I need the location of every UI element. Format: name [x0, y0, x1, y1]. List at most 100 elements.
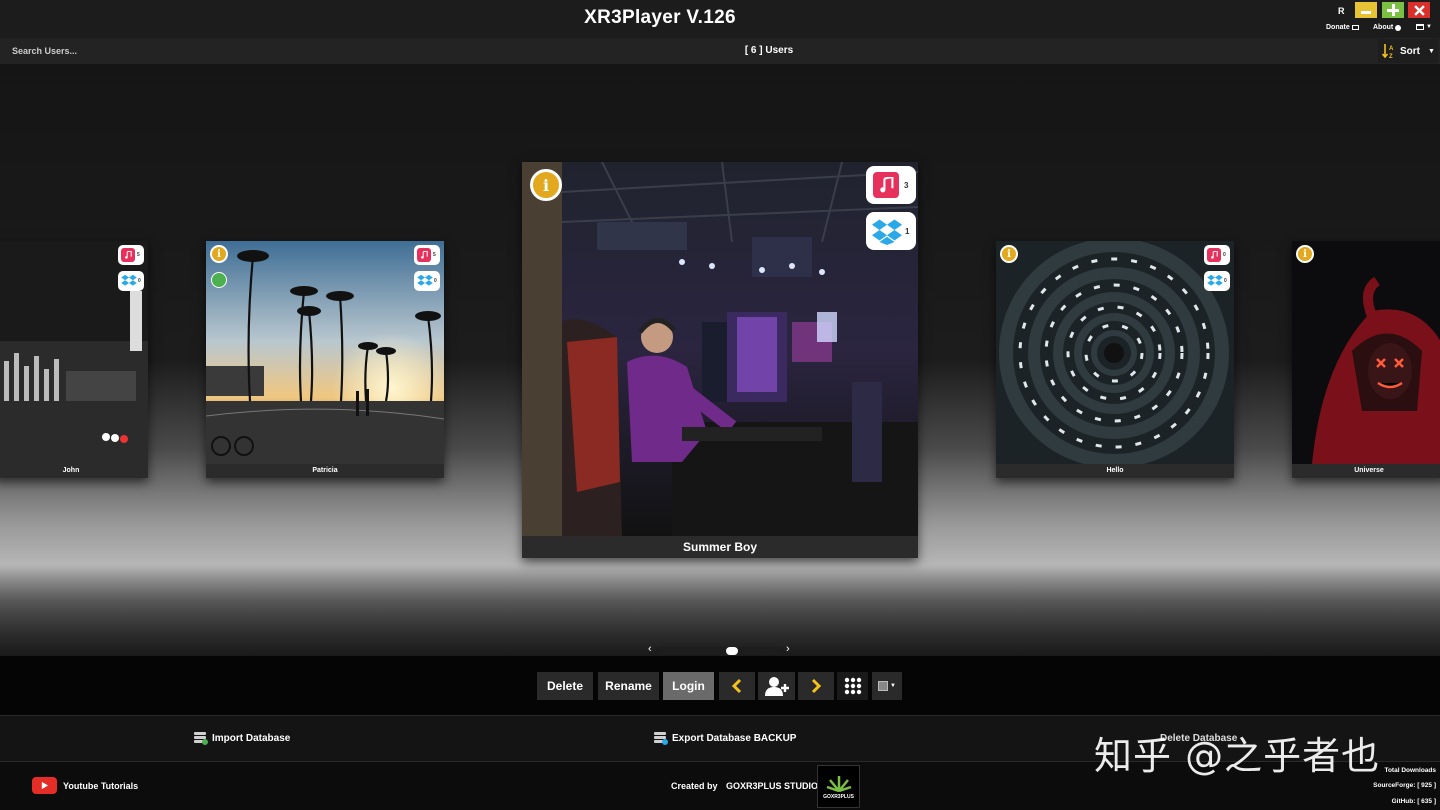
title-bar: XR3Player V.126 R Donate About ▼	[0, 0, 1440, 38]
user-card-hello[interactable]: Hello i 0 0	[996, 241, 1234, 478]
dropbox-badge[interactable]: 0	[414, 271, 440, 291]
maximize-button[interactable]	[1382, 2, 1404, 18]
user-name: Summer Boy	[522, 536, 918, 558]
carousel-scrollbar[interactable]	[656, 647, 784, 655]
user-card-john[interactable]: John 5 0	[0, 241, 148, 478]
chevron-right-icon	[811, 678, 822, 694]
next-button[interactable]	[798, 672, 834, 700]
rename-button[interactable]: Rename	[598, 672, 659, 700]
delete-button[interactable]: Delete	[537, 672, 593, 700]
scrollbar-thumb[interactable]	[726, 647, 738, 655]
chevron-down-icon: ▼	[1426, 24, 1432, 30]
dropbox-count: 1	[905, 226, 910, 236]
playlist-badge[interactable]: 5	[118, 245, 144, 265]
music-playlist-icon	[1207, 248, 1221, 262]
database-import-icon	[194, 731, 208, 745]
users-count: [ 6 ] Users	[744, 45, 794, 56]
created-by-label: Created by	[671, 781, 718, 791]
playlist-badge[interactable]: 3	[866, 166, 916, 204]
info-icon[interactable]: i	[530, 169, 562, 201]
svg-text:A: A	[1389, 46, 1394, 52]
chevron-left-icon	[731, 678, 742, 694]
user-image	[206, 241, 444, 464]
previous-button[interactable]	[719, 672, 755, 700]
user-name: Patricia	[206, 464, 444, 478]
view-mode-icon	[878, 681, 889, 691]
playlist-count: 3	[904, 180, 909, 190]
view-mode-dropdown[interactable]: ▼	[872, 672, 902, 700]
window-icon	[1416, 24, 1424, 30]
scroll-left-icon[interactable]: ‹	[648, 643, 652, 655]
dropbox-count: 0	[1224, 278, 1227, 284]
window-menu-button[interactable]: ▼	[1416, 24, 1432, 30]
youtube-tutorials-link[interactable]: Youtube Tutorials	[32, 777, 138, 794]
minimize-button[interactable]	[1355, 2, 1377, 18]
user-name: Universe	[1292, 464, 1440, 478]
chevron-down-icon: ▼	[890, 683, 896, 689]
leaf-logo-icon	[826, 775, 851, 792]
youtube-icon	[32, 777, 57, 794]
minimize-icon	[1361, 11, 1371, 14]
dropbox-badge[interactable]: 1	[866, 212, 916, 250]
floor-reflection	[0, 564, 1440, 656]
chevron-down-icon: ▼	[1428, 47, 1435, 55]
sourceforge-downloads[interactable]: SourceForge: [ 925 ]	[1360, 782, 1436, 789]
dropbox-icon	[417, 274, 433, 288]
import-database-label: Import Database	[212, 732, 291, 744]
about-link[interactable]: About	[1373, 24, 1402, 31]
playlist-badge[interactable]: 0	[1204, 245, 1230, 265]
login-button[interactable]: Login	[663, 672, 714, 700]
dropbox-count: 0	[138, 278, 141, 284]
app-title: XR3Player V.126	[584, 7, 736, 28]
playlist-badge[interactable]: 5	[414, 245, 440, 265]
info-icon	[1395, 24, 1402, 31]
close-button[interactable]	[1408, 2, 1430, 18]
dropbox-badge[interactable]: 0	[118, 271, 144, 291]
playlist-count: 5	[433, 252, 436, 258]
plus-icon	[1387, 4, 1399, 16]
dropbox-icon	[1207, 274, 1223, 288]
chat-icon[interactable]	[211, 272, 227, 288]
sort-button[interactable]: A Z Sort ▼	[1378, 39, 1438, 63]
export-database-button[interactable]: Export Database BACKUP	[654, 731, 796, 745]
user-card-universe[interactable]: Universe i	[1292, 241, 1440, 478]
dropbox-badge[interactable]: 0	[1204, 271, 1230, 291]
info-icon[interactable]: i	[210, 245, 228, 263]
studio-logo[interactable]: GOXR3PLUS	[817, 765, 860, 808]
youtube-label: Youtube Tutorials	[63, 780, 139, 791]
info-icon[interactable]: i	[1000, 245, 1018, 263]
info-icon[interactable]: i	[1296, 245, 1314, 263]
user-image	[996, 241, 1234, 464]
add-user-button[interactable]	[758, 672, 795, 700]
sort-icon: A Z	[1382, 44, 1394, 59]
dropbox-count: 0	[434, 278, 437, 284]
about-label: About	[1373, 24, 1394, 31]
database-export-icon	[654, 731, 668, 745]
studio-logo-text: GOXR3PLUS	[823, 793, 854, 800]
donate-icon	[1351, 25, 1359, 30]
donate-label: Donate	[1326, 24, 1350, 31]
dropbox-icon	[872, 218, 902, 245]
music-playlist-icon	[121, 248, 135, 262]
export-database-label: Export Database BACKUP	[672, 732, 797, 744]
music-playlist-icon	[417, 248, 431, 262]
donate-link[interactable]: Donate	[1326, 24, 1359, 31]
music-playlist-icon	[873, 172, 899, 198]
add-user-icon	[764, 677, 789, 696]
grid-icon	[844, 677, 861, 695]
import-database-button[interactable]: Import Database	[194, 731, 290, 745]
user-image	[522, 162, 918, 536]
close-icon	[1413, 4, 1425, 16]
user-card-patricia[interactable]: Patricia i 5 0	[206, 241, 444, 478]
svg-text:Z: Z	[1389, 54, 1393, 59]
playlist-count: 0	[1223, 252, 1226, 258]
studio-name[interactable]: GOXR3PLUS STUDIO	[726, 781, 818, 791]
sort-label: Sort	[1400, 45, 1420, 57]
github-downloads[interactable]: GitHub: [ 635 ]	[1360, 798, 1436, 805]
grid-view-button[interactable]	[837, 672, 868, 700]
user-card-summer-boy[interactable]: Summer Boy i 3 1	[522, 162, 918, 558]
watermark: 知乎 @之乎者也	[1094, 734, 1381, 778]
window-r-label[interactable]: R	[1338, 6, 1345, 16]
search-bar: [ 6 ] Users A Z Sort ▼	[0, 38, 1440, 64]
scroll-right-icon[interactable]: ›	[786, 643, 790, 655]
